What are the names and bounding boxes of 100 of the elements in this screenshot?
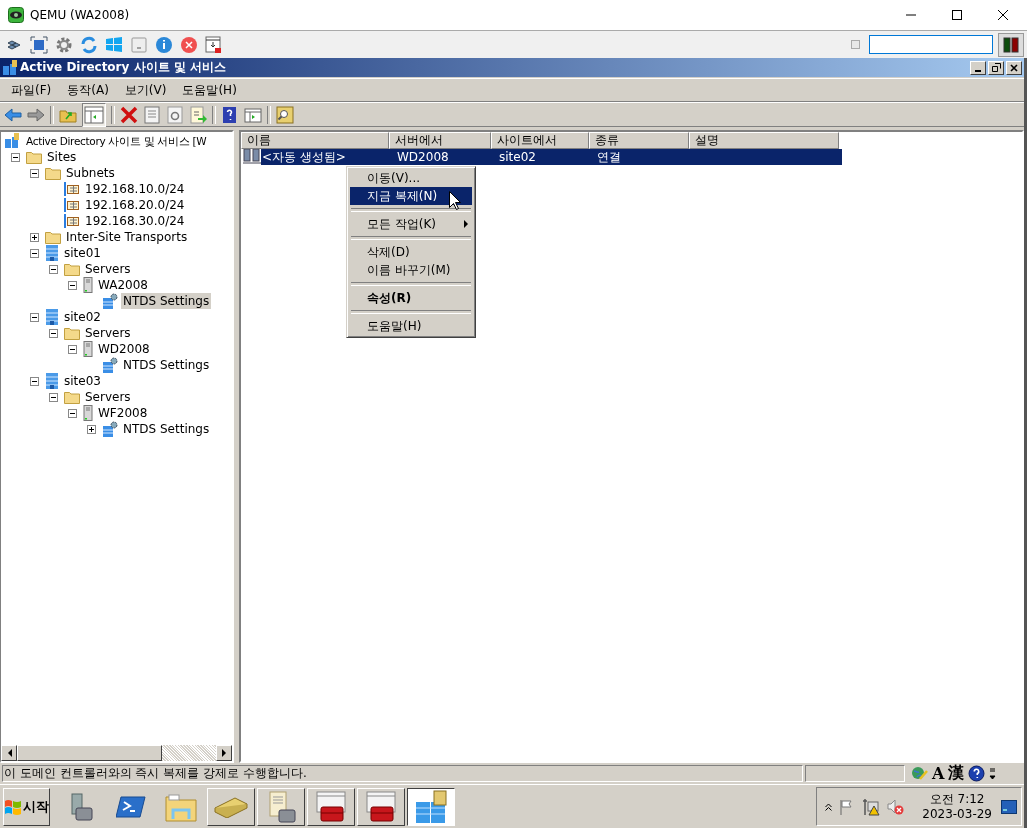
menu-item[interactable]: 파일(F) (11, 81, 52, 99)
collapse-icon[interactable] (30, 376, 39, 386)
collapse-icon[interactable] (49, 264, 58, 274)
menu-item[interactable]: 삭제(D) (350, 243, 472, 261)
menu-item[interactable]: 속성(R) (350, 289, 472, 307)
tree-item[interactable]: Subnets (64, 165, 117, 181)
collapse-icon[interactable] (49, 328, 58, 338)
globe-pencil-icon[interactable] (911, 765, 928, 782)
maximize-icon[interactable] (951, 9, 963, 21)
fullscreen-icon[interactable] (30, 35, 48, 54)
panel-icon[interactable] (82, 102, 106, 127)
window-title: QEMU (WA2008) (30, 8, 130, 22)
folder-icon (45, 166, 61, 180)
menu-item[interactable]: 도움말(H) (182, 81, 237, 99)
tree-item[interactable]: NTDS Settings (121, 421, 212, 437)
server-icon (83, 405, 93, 421)
cursor-icon (449, 191, 461, 210)
list-row[interactable]: <자동 생성됨> WD2008 site02 연결 (261, 149, 842, 165)
expand-icon[interactable] (30, 232, 39, 242)
menu-item[interactable]: 이름 바꾸기(M) (350, 261, 472, 279)
collapse-icon[interactable] (30, 312, 39, 322)
collapse-icon[interactable] (68, 344, 77, 354)
delete-icon[interactable] (120, 105, 138, 124)
table-cell-text: 연결 (596, 149, 622, 165)
building-icon (45, 245, 59, 261)
collapse-icon[interactable] (68, 408, 77, 418)
right-arrow-icon (221, 749, 227, 757)
tree-item[interactable]: NTDS Settings (121, 357, 212, 373)
panel-icon[interactable] (244, 105, 262, 124)
left-arrow-icon (6, 749, 12, 757)
chevron-up-icon[interactable] (825, 802, 833, 811)
tree-item[interactable]: site01 (62, 245, 103, 261)
menu-item[interactable]: 보기(V) (124, 81, 167, 99)
tree-item[interactable]: WD2008 (96, 341, 152, 357)
color-bars-icon[interactable] (998, 32, 1024, 57)
clock-time[interactable]: 오전 7:12 (929, 791, 985, 807)
column-header[interactable]: 서버에서 (389, 132, 491, 149)
minimize-icon (975, 69, 981, 72)
tree-item[interactable]: Sites (45, 149, 79, 165)
restore-button[interactable] (988, 60, 1004, 75)
tree-item[interactable]: Servers (83, 261, 133, 277)
scrollbar-thumb[interactable] (17, 745, 162, 761)
show-desktop-icon[interactable] (1001, 799, 1017, 814)
subnet-icon (64, 198, 80, 212)
search-icon[interactable] (276, 105, 294, 124)
server-icon (83, 277, 93, 293)
building-icon (45, 373, 59, 389)
minimize-button[interactable] (970, 60, 986, 75)
collapse-icon[interactable] (11, 152, 20, 162)
ime-mode[interactable]: A (932, 764, 945, 783)
input-field[interactable] (869, 35, 993, 54)
tree-item[interactable]: site02 (62, 309, 103, 325)
window-download-icon[interactable] (205, 35, 223, 54)
clock-date[interactable]: 2023-03-29 (922, 806, 992, 822)
building-gear-icon (102, 357, 118, 373)
terminal-icon (116, 793, 146, 820)
tree-item[interactable]: 192.168.20.0/24 (83, 197, 187, 213)
network-warning-icon[interactable] (862, 797, 881, 816)
column-header[interactable]: 이름 (241, 132, 389, 149)
tree-item[interactable]: 192.168.30.0/24 (83, 213, 187, 229)
tree-item[interactable]: NTDS Settings (121, 293, 212, 309)
column-header[interactable]: 종류 (589, 132, 689, 149)
info-icon[interactable] (155, 35, 173, 54)
tree-item[interactable]: Inter-Site Transports (64, 229, 190, 245)
scroll-left-button[interactable] (1, 745, 17, 761)
back-arrow-icon[interactable] (4, 105, 22, 124)
speaker-muted-icon[interactable] (887, 797, 906, 816)
column-header[interactable]: 설명 (689, 132, 839, 149)
tree-item[interactable]: WA2008 (96, 277, 150, 293)
dropdown-icon[interactable] (989, 766, 997, 781)
close-icon[interactable] (997, 9, 1009, 21)
tree-item[interactable]: Servers (83, 325, 133, 341)
collapse-icon[interactable] (30, 248, 39, 258)
menu-item[interactable]: 이동(V)... (350, 169, 472, 187)
ime-mode[interactable]: 漢 (948, 763, 965, 784)
scroll-right-button[interactable] (216, 745, 232, 761)
taskbar-button[interactable] (407, 787, 455, 826)
expand-icon[interactable] (87, 424, 96, 434)
help-icon[interactable] (968, 765, 986, 782)
collapse-icon[interactable] (68, 280, 77, 290)
building-gear-icon (102, 293, 118, 309)
tree-item[interactable]: Active Directory 사이트 및 서비스 [W (26, 133, 207, 149)
menu-item[interactable]: 모든 작업(K) (350, 215, 472, 233)
help-icon[interactable] (221, 105, 239, 124)
settings-icon[interactable] (55, 35, 73, 54)
start-button[interactable]: 시작 (3, 787, 50, 826)
tree-item[interactable]: WF2008 (96, 405, 150, 421)
window-title: Active Directory 사이트 및 서비스 (20, 59, 226, 76)
menu-item[interactable]: 동작(A) (67, 81, 109, 99)
menu-item[interactable]: 지금 복제(N) (350, 187, 472, 205)
forward-arrow-icon[interactable] (27, 105, 45, 124)
menu-item[interactable]: 도움말(H) (350, 317, 472, 335)
tree-item[interactable]: site03 (62, 373, 103, 389)
toolbox-window-icon (365, 790, 397, 823)
column-header[interactable]: 사이트에서 (491, 132, 589, 149)
close-button[interactable] (1006, 60, 1022, 75)
collapse-icon[interactable] (49, 392, 58, 402)
collapse-icon[interactable] (30, 168, 39, 178)
tree-item[interactable]: 192.168.10.0/24 (83, 181, 187, 197)
tree-item[interactable]: Servers (83, 389, 133, 405)
